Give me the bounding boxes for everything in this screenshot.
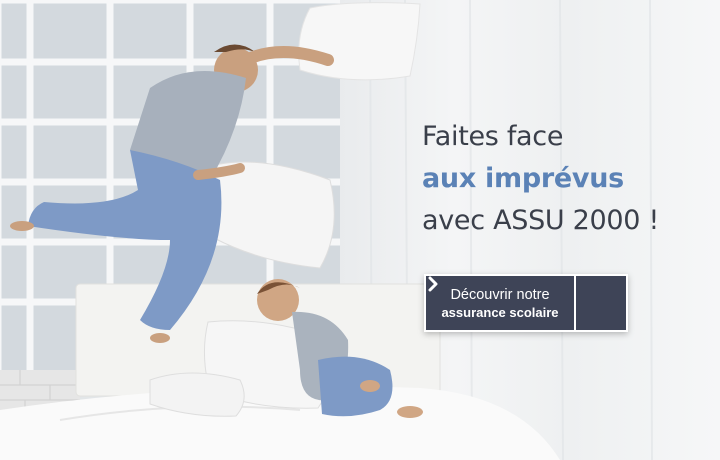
headline-line-3: avec ASSU 2000 ! <box>422 205 659 236</box>
cta-line-2: assurance scolaire <box>441 304 559 320</box>
pillow <box>298 2 421 81</box>
hero-headline: Faites face aux imprévus avec ASSU 2000 … <box>422 116 712 242</box>
headline-line-1: Faites face <box>422 121 564 152</box>
discover-insurance-button[interactable]: Découvrir notre assurance scolaire <box>424 274 628 332</box>
cta-label[interactable]: Découvrir notre assurance scolaire <box>426 276 574 330</box>
hero-banner: Faites face aux imprévus avec ASSU 2000 … <box>0 0 720 460</box>
cta-arrow[interactable] <box>428 276 626 330</box>
headline-accent: aux imprévus <box>422 163 624 194</box>
chevron-right-icon <box>428 276 438 292</box>
cta-line-1: Découvrir notre <box>450 286 550 303</box>
